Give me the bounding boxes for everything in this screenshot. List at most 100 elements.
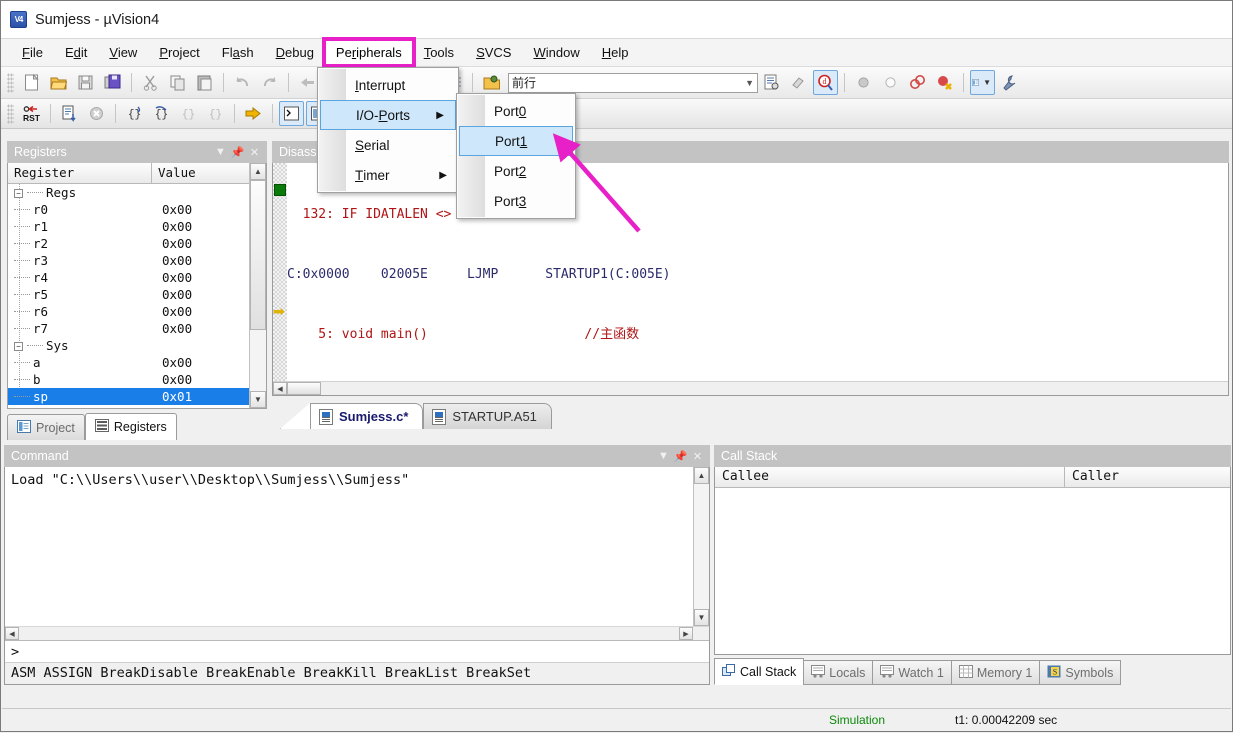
tab-call-stack[interactable]: Call Stack: [714, 658, 805, 685]
pane-close-button[interactable]: ✕: [246, 144, 263, 160]
scroll-left-button[interactable]: ◀: [5, 627, 19, 640]
menu-svcs[interactable]: SVCS: [465, 40, 522, 65]
run-to-cursor-icon[interactable]: {}: [203, 101, 228, 126]
menu-debug[interactable]: Debug: [265, 40, 325, 65]
run-icon[interactable]: [57, 101, 82, 126]
scroll-right-button[interactable]: ▶: [679, 627, 693, 640]
call-stack-body[interactable]: Callee Caller: [714, 467, 1231, 655]
breakpoint-marker[interactable]: [274, 184, 286, 196]
tab-startup-a51[interactable]: STARTUP.A51: [423, 403, 552, 429]
debug-session-icon[interactable]: d: [813, 70, 838, 95]
scroll-track[interactable]: [250, 330, 266, 391]
menu-help[interactable]: Help: [591, 40, 640, 65]
table-row[interactable]: a 0x00: [8, 354, 249, 371]
table-row[interactable]: r2 0x00: [8, 235, 249, 252]
cut-icon[interactable]: [138, 70, 163, 95]
table-row[interactable]: r6 0x00: [8, 303, 249, 320]
sidebar-item-project[interactable]: Project: [7, 414, 85, 440]
chevron-down-icon[interactable]: ▼: [980, 78, 994, 87]
disable-breakpoint-icon[interactable]: [851, 70, 876, 95]
menu-item-port-0[interactable]: Port 0: [457, 96, 575, 126]
find-in-files-icon[interactable]: [759, 70, 784, 95]
command-window-icon[interactable]: [279, 101, 304, 126]
table-row[interactable]: − Regs: [8, 184, 249, 201]
tab-watch-1[interactable]: Watch 1: [872, 660, 952, 685]
scroll-thumb[interactable]: [250, 180, 266, 330]
column-header-caller[interactable]: Caller: [1065, 467, 1230, 487]
command-input[interactable]: >: [5, 640, 709, 662]
configure-target-icon[interactable]: [997, 70, 1022, 95]
bookmark-icon[interactable]: [479, 70, 504, 95]
menu-view[interactable]: View: [98, 40, 148, 65]
pane-close-button[interactable]: ✕: [689, 448, 706, 464]
disassembly-code[interactable]: 132: IF IDATALEN <> 0 C:0x0000 02005E LJ…: [287, 163, 1228, 395]
tab-sumjess-c[interactable]: Sumjess.c*: [310, 403, 424, 429]
column-header-callee[interactable]: Callee: [715, 467, 1065, 487]
window-layout-icon[interactable]: ▼: [970, 70, 995, 95]
menu-item-port-2[interactable]: Port 2: [457, 156, 575, 186]
open-file-icon[interactable]: [46, 70, 71, 95]
new-file-icon[interactable]: [19, 70, 44, 95]
tab-memory-1[interactable]: Memory 1: [950, 660, 1041, 685]
pane-menu-button[interactable]: ▼: [655, 448, 672, 464]
disassembly-gutter[interactable]: [273, 163, 287, 381]
configure-icon[interactable]: [786, 70, 811, 95]
show-next-statement-icon[interactable]: [241, 101, 266, 126]
scroll-down-button[interactable]: ▼: [250, 391, 266, 408]
toolbar-grip[interactable]: [7, 103, 14, 124]
pane-pin-button[interactable]: 📌: [672, 448, 689, 464]
table-row[interactable]: r0 0x00: [8, 201, 249, 218]
tab-symbols[interactable]: S Symbols: [1039, 660, 1122, 685]
copy-icon[interactable]: [165, 70, 190, 95]
table-row[interactable]: sp 0x01: [8, 388, 249, 405]
enable-breakpoint-icon[interactable]: [878, 70, 903, 95]
menu-item-port-3[interactable]: Port 3: [457, 186, 575, 216]
menu-file[interactable]: File: [11, 40, 54, 65]
menu-flash[interactable]: Flash: [211, 40, 265, 65]
menu-item-io-ports[interactable]: I/O- Ports ▶: [320, 100, 456, 130]
menu-tools[interactable]: Tools: [413, 40, 465, 65]
scroll-up-button[interactable]: ▲: [250, 163, 266, 180]
undo-icon[interactable]: [230, 70, 255, 95]
stop-icon[interactable]: [84, 101, 109, 126]
scroll-left-button[interactable]: ◀: [273, 382, 287, 395]
table-row[interactable]: b 0x00: [8, 371, 249, 388]
save-all-icon[interactable]: [100, 70, 125, 95]
step-over-icon[interactable]: {}: [149, 101, 174, 126]
tab-locals[interactable]: Locals: [803, 660, 874, 685]
table-row[interactable]: r4 0x00: [8, 269, 249, 286]
scroll-thumb[interactable]: [287, 382, 321, 395]
table-row[interactable]: r5 0x00: [8, 286, 249, 303]
scroll-down-button[interactable]: ▼: [694, 609, 709, 626]
command-output-scrollbar[interactable]: ▲ ▼: [693, 467, 709, 626]
table-row[interactable]: − Sys: [8, 337, 249, 354]
menu-edit[interactable]: Edit: [54, 40, 98, 65]
column-header-value[interactable]: Value: [152, 163, 249, 183]
tree-expander[interactable]: −: [14, 189, 23, 198]
chevron-down-icon[interactable]: ▼: [745, 78, 754, 88]
sidebar-item-registers[interactable]: Registers: [84, 413, 177, 440]
registers-scrollbar[interactable]: ▲ ▼: [249, 163, 266, 408]
disable-all-breakpoints-icon[interactable]: [905, 70, 930, 95]
table-row[interactable]: r3 0x00: [8, 252, 249, 269]
command-output-hscrollbar[interactable]: ◀ ▶: [5, 626, 709, 640]
kill-all-breakpoints-icon[interactable]: [932, 70, 957, 95]
redo-icon[interactable]: [257, 70, 282, 95]
paste-icon[interactable]: [192, 70, 217, 95]
tree-expander[interactable]: −: [14, 342, 23, 351]
menu-item-serial[interactable]: Serial: [318, 130, 458, 160]
command-output-area[interactable]: Load "C:\\Users\\user\\Desktop\\Sumjess\…: [5, 467, 709, 626]
column-header-register[interactable]: Register: [8, 163, 152, 183]
find-combo[interactable]: 前行 ▼: [508, 72, 758, 93]
pane-pin-button[interactable]: 📌: [229, 144, 246, 160]
disassembly-body[interactable]: 132: IF IDATALEN <> 0 C:0x0000 02005E LJ…: [272, 163, 1229, 396]
step-out-icon[interactable]: {}: [176, 101, 201, 126]
scroll-track[interactable]: [694, 484, 709, 609]
menu-peripherals[interactable]: Peripherals: [321, 37, 416, 68]
table-row[interactable]: r7 0x00: [8, 320, 249, 337]
menu-project[interactable]: Project: [148, 40, 210, 65]
menu-item-port-1[interactable]: Port 1: [459, 126, 573, 156]
menu-item-interrupt[interactable]: Interrupt: [318, 70, 458, 100]
menu-item-timer[interactable]: Timer ▶: [318, 160, 458, 190]
reset-cpu-icon[interactable]: RST: [19, 101, 44, 126]
